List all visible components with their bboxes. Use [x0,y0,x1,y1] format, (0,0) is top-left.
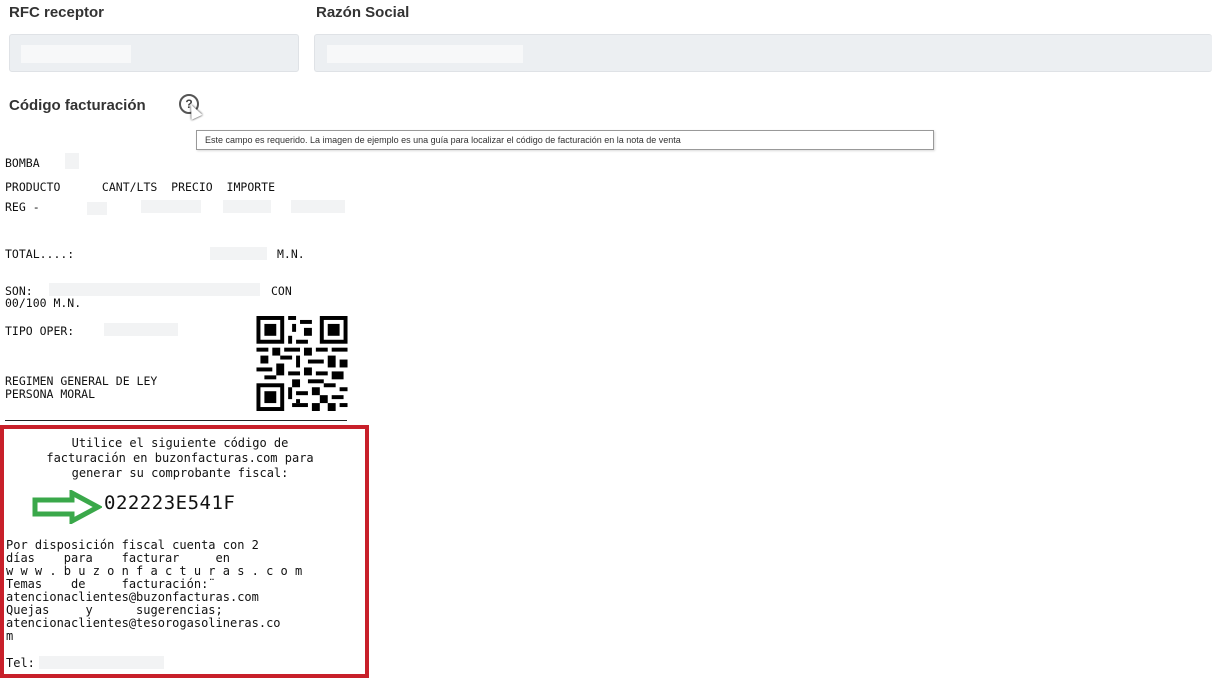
billing-code: 022223E541F [104,492,236,514]
redacted-bomba [65,153,79,169]
receipt-total-unit: M.N. [277,247,305,261]
fine-print-7: atencionaclientes@tesorogasolineras.co [6,616,281,630]
razon-social-input[interactable] [314,34,1212,72]
redacted-reg-1 [87,202,107,215]
redacted-son [49,283,260,296]
redacted-razon-value [327,45,523,63]
redacted-reg-3 [223,200,271,213]
razon-social-label: Razón Social [316,4,410,21]
highlight-line-1: Utilice el siguiente código de [71,436,289,450]
qr-code-icon [256,316,348,411]
codigo-facturacion-label: Código facturación [9,97,146,114]
receipt-separator [5,420,347,421]
right-arrow-icon [32,490,102,524]
receipt-tipo-oper: TIPO OPER: [5,324,75,338]
receipt-reg: REG - [5,200,40,214]
redacted-tipo-oper [104,323,178,336]
rfc-receptor-label: RFC receptor [9,4,105,21]
receipt-regimen-2: PERSONA MORAL [5,387,96,401]
redacted-reg-2 [141,200,201,213]
receipt-son-line2: 00/100 M.N. [5,296,82,310]
redacted-rfc-value [21,45,131,63]
mouse-cursor-icon [185,102,203,120]
receipt-con: CON [271,284,292,298]
rfc-receptor-input[interactable] [9,34,299,72]
highlight-line-2: facturación en buzonfacturas.com para [46,451,314,465]
fine-print-8: m [6,629,14,643]
redacted-reg-4 [291,200,345,213]
highlight-line-3: generar su comprobante fiscal: [71,466,289,480]
tooltip: Este campo es requerido. La imagen de ej… [196,130,934,150]
fine-print-tel: Tel: [6,656,35,670]
receipt-bomba: BOMBA [5,156,40,170]
receipt-header: PRODUCTO CANT/LTS PRECIO IMPORTE [5,180,276,194]
redacted-total [210,247,267,260]
receipt-total: TOTAL....: [5,247,75,261]
redacted-tel [39,656,164,669]
